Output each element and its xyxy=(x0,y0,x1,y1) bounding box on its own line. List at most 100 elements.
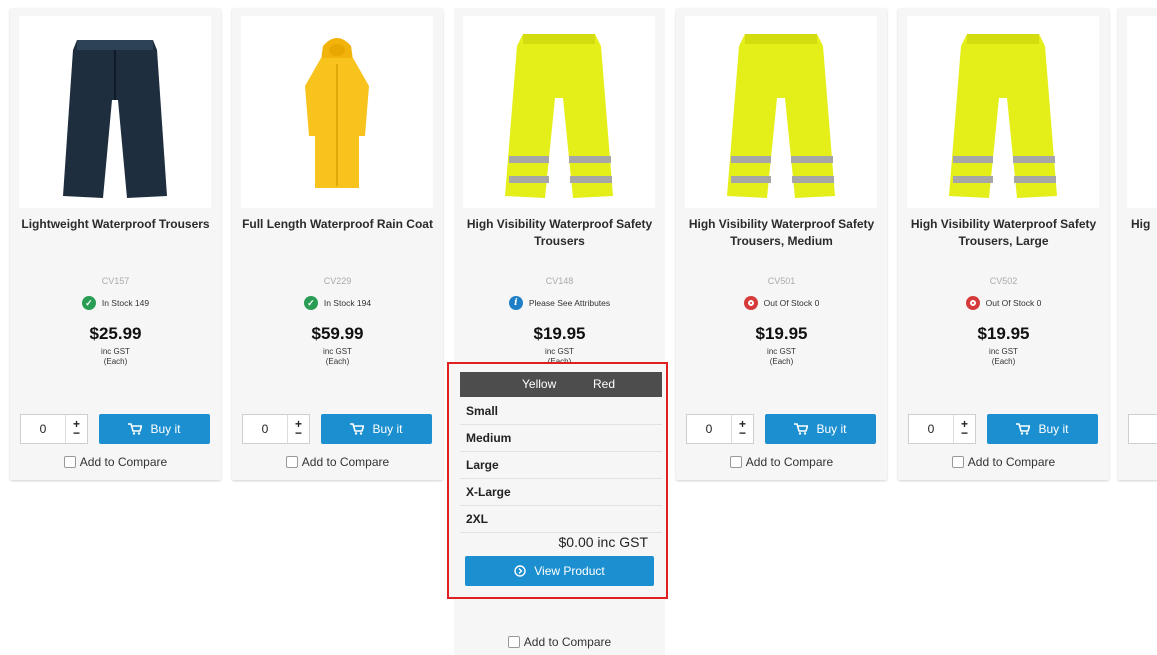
quantity-buttons[interactable]: + − xyxy=(66,415,87,443)
size-option-x-large[interactable]: X-Large xyxy=(460,479,662,506)
add-to-compare[interactable]: Add to Compare xyxy=(898,455,1109,469)
add-to-compare[interactable]: Add to Compare xyxy=(232,455,443,469)
tax-label: inc GST xyxy=(101,347,130,356)
size-option-2xl[interactable]: 2XL xyxy=(460,506,662,533)
product-card: High Visibility Waterproof Safety Trouse… xyxy=(676,8,887,480)
cart-icon xyxy=(128,423,143,435)
product-price: $59.99 xyxy=(311,324,364,343)
compare-label: Add to Compare xyxy=(79,455,168,469)
tax-label: inc GST xyxy=(767,347,796,356)
stock-text: Out Of Stock 0 xyxy=(985,298,1042,308)
product-price: $19.95 xyxy=(977,324,1030,343)
product-card: Lightweight Waterproof Trousers CV157 ✓ … xyxy=(10,8,221,480)
product-sku: CV229 xyxy=(323,276,352,286)
quantity-input[interactable]: 0 xyxy=(909,415,954,443)
stock-text: Out Of Stock 0 xyxy=(763,298,820,308)
buy-label: Buy it xyxy=(1038,422,1069,436)
unit-label: (Each) xyxy=(769,357,794,366)
price-note: inc GST(Each) xyxy=(10,347,221,367)
buy-label: Buy it xyxy=(816,422,847,436)
cart-icon xyxy=(794,423,809,435)
cart-icon xyxy=(1016,423,1031,435)
compare-label: Add to Compare xyxy=(523,635,612,649)
product-name[interactable]: High Visibility Waterproof Safety Trouse… xyxy=(458,216,661,250)
stock-status: ✓ In Stock 149 xyxy=(10,296,221,310)
compare-checkbox[interactable] xyxy=(951,456,964,468)
product-name[interactable]: High Visibility Waterproof Safety Trouse… xyxy=(680,216,883,250)
info-circle-icon: i xyxy=(508,296,523,310)
stock-text: In Stock 149 xyxy=(101,298,150,308)
product-image[interactable] xyxy=(1127,16,1157,208)
check-circle-icon: ✓ xyxy=(303,296,318,310)
product-card-partial: Hig xyxy=(1118,8,1157,480)
add-to-compare[interactable]: Add to Compare xyxy=(10,455,221,469)
cart-icon xyxy=(350,423,365,435)
product-sku: CV157 xyxy=(101,276,130,286)
product-price: $25.99 xyxy=(89,324,142,343)
out-of-stock-icon xyxy=(965,296,980,310)
add-to-compare[interactable]: Add to Compare xyxy=(676,455,887,469)
quantity-stepper[interactable]: 0 + − xyxy=(686,414,754,444)
quantity-stepper[interactable]: 0 + − xyxy=(242,414,310,444)
size-option-small[interactable]: Small xyxy=(460,398,662,425)
product-name[interactable]: High Visibility Waterproof Safety Trouse… xyxy=(902,216,1105,250)
compare-label: Add to Compare xyxy=(745,455,834,469)
quantity-buttons[interactable]: + − xyxy=(732,415,753,443)
product-image[interactable] xyxy=(463,16,655,208)
quantity-buttons[interactable]: + − xyxy=(288,415,309,443)
quantity-buttons[interactable]: + − xyxy=(954,415,975,443)
product-name[interactable]: Full Length Waterproof Rain Coat xyxy=(236,216,439,233)
view-product-button[interactable]: View Product xyxy=(465,556,654,586)
size-option-large[interactable]: Large xyxy=(460,452,662,479)
color-option-red[interactable]: Red xyxy=(593,377,615,391)
color-header: Yellow Red xyxy=(460,372,662,397)
product-card: Full Length Waterproof Rain Coat CV229 ✓… xyxy=(232,8,443,480)
decrement-icon[interactable]: − xyxy=(739,427,746,439)
unit-label: (Each) xyxy=(103,357,128,366)
buy-button[interactable]: Buy it xyxy=(99,414,210,444)
attribute-selector: Yellow Red Small Medium Large X-Large 2X… xyxy=(447,362,668,599)
price-note: inc GST(Each) xyxy=(898,347,1109,367)
compare-checkbox[interactable] xyxy=(63,456,76,468)
product-name[interactable]: Lightweight Waterproof Trousers xyxy=(14,216,217,233)
quantity-stepper[interactable]: 0 + − xyxy=(20,414,88,444)
product-image[interactable] xyxy=(19,16,211,208)
buy-button[interactable]: Buy it xyxy=(987,414,1098,444)
circle-arrow-icon xyxy=(514,565,526,577)
product-card: High Visibility Waterproof Safety Trouse… xyxy=(898,8,1109,480)
product-sku: CV502 xyxy=(989,276,1018,286)
unit-label: (Each) xyxy=(991,357,1016,366)
view-product-label: View Product xyxy=(534,564,605,578)
compare-label: Add to Compare xyxy=(301,455,390,469)
product-price: $19.95 xyxy=(533,324,586,343)
compare-label: Add to Compare xyxy=(967,455,1056,469)
stock-status: i Please See Attributes xyxy=(454,296,665,310)
add-to-compare[interactable]: Add to Compare xyxy=(454,635,665,649)
quantity-input[interactable]: 0 xyxy=(243,415,288,443)
unit-label: (Each) xyxy=(325,357,350,366)
decrement-icon[interactable]: − xyxy=(73,427,80,439)
stock-status: Out Of Stock 0 xyxy=(676,296,887,310)
quantity-stepper[interactable]: 0 + − xyxy=(908,414,976,444)
decrement-icon[interactable]: − xyxy=(295,427,302,439)
compare-checkbox[interactable] xyxy=(507,636,520,648)
product-name[interactable]: Hig xyxy=(1131,216,1150,233)
product-image[interactable] xyxy=(685,16,877,208)
compare-checkbox[interactable] xyxy=(285,456,298,468)
decrement-icon[interactable]: − xyxy=(961,427,968,439)
quantity-input[interactable] xyxy=(1128,414,1157,444)
price-note: inc GST(Each) xyxy=(676,347,887,367)
buy-button[interactable]: Buy it xyxy=(321,414,432,444)
product-image[interactable] xyxy=(907,16,1099,208)
quantity-input[interactable]: 0 xyxy=(21,415,66,443)
product-price: $19.95 xyxy=(755,324,808,343)
color-option-yellow[interactable]: Yellow xyxy=(522,377,556,391)
buy-button[interactable]: Buy it xyxy=(765,414,876,444)
product-image[interactable] xyxy=(241,16,433,208)
product-sku: CV501 xyxy=(767,276,796,286)
tax-label: inc GST xyxy=(323,347,352,356)
stock-text: Please See Attributes xyxy=(528,298,611,308)
compare-checkbox[interactable] xyxy=(729,456,742,468)
quantity-input[interactable]: 0 xyxy=(687,415,732,443)
size-option-medium[interactable]: Medium xyxy=(460,425,662,452)
